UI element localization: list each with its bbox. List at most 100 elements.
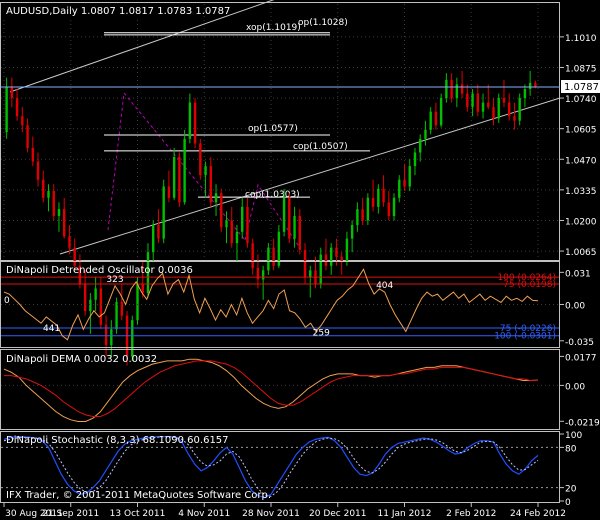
- osc-zero-label: 0: [4, 296, 10, 306]
- fib-level-label: cop(1.0507): [293, 142, 348, 152]
- osc-annotation: 441: [43, 324, 60, 334]
- osc-level-label: 100 (-0.0301): [494, 332, 556, 342]
- candle-body: [235, 231, 239, 244]
- price-tick-label: 1.0605: [565, 126, 597, 136]
- candle-body: [377, 188, 380, 207]
- fib-level-label: cop(1.0303): [245, 190, 300, 200]
- candle-body: [439, 98, 443, 126]
- time-tick-label: 13 Oct 2011: [110, 509, 166, 519]
- candle-body: [335, 247, 338, 257]
- dema-panel: 0.0177 0.00 -0.0219 DiNapoli DEMA 0.0032 0…: [0, 349, 600, 430]
- candle-body: [508, 102, 511, 117]
- current-price-label: 1.0787: [564, 82, 599, 93]
- osc-title: DiNapoli Detrended Oscillator 0.0036: [6, 265, 193, 276]
- candle-body: [209, 166, 212, 203]
- candle-body: [434, 111, 438, 126]
- candle-body: [518, 98, 521, 121]
- candle-body: [115, 302, 118, 330]
- time-tick-label: 28 Nov 2011: [242, 509, 300, 519]
- dema-tick-label: 0.00: [565, 382, 585, 392]
- price-tick-label: 1.0335: [565, 187, 597, 197]
- candle-body: [157, 225, 160, 239]
- candle-body: [398, 179, 401, 198]
- candle-body: [445, 79, 448, 99]
- candle-body: [15, 98, 19, 117]
- candle-body: [178, 157, 181, 203]
- dema-slow-line: [4, 360, 539, 418]
- candle-body: [356, 209, 359, 225]
- candle-body: [487, 102, 490, 108]
- time-tick-label: 20 Dec 2011: [309, 509, 367, 519]
- candle-body: [131, 320, 134, 357]
- candle-body: [497, 98, 500, 119]
- osc-level-label: 75 (0.0198): [503, 280, 556, 290]
- candle-body: [261, 270, 265, 280]
- candle-body: [251, 243, 254, 269]
- candle-body: [99, 288, 103, 325]
- candle-body: [31, 147, 34, 162]
- candle-body: [424, 129, 427, 139]
- candle-body: [392, 197, 396, 216]
- candle-body: [413, 152, 417, 167]
- candle-body: [450, 79, 453, 99]
- candle-body: [340, 256, 343, 262]
- candle-body: [10, 86, 14, 99]
- dema-tick-label: 0.0177: [565, 353, 597, 363]
- stoch-tick-label: 20: [565, 485, 577, 495]
- candle-body: [303, 249, 307, 278]
- candle-body: [230, 220, 233, 244]
- stoch-tick-label: 80: [565, 444, 577, 454]
- candle-body: [330, 247, 333, 266]
- time-tick-label: 24 Feb 2012: [510, 509, 566, 519]
- candle-body: [152, 225, 155, 253]
- candle-body: [246, 206, 249, 244]
- candle-body: [460, 84, 464, 94]
- price-tick-label: 1.0200: [565, 217, 597, 227]
- candle-body: [47, 191, 50, 198]
- candle-body: [136, 283, 139, 321]
- time-tick-label: 2 Feb 2012: [446, 509, 496, 519]
- candle-body: [492, 107, 495, 119]
- candle-body: [172, 157, 176, 198]
- price-tick-label: 1.0740: [565, 95, 597, 105]
- price-tick-label: 1.0065: [565, 248, 597, 258]
- chart-window: xop(1.1019)op(1.1028) op(1.0577) cop(1.050…: [0, 0, 600, 519]
- candle-body: [371, 197, 375, 207]
- candle-body: [57, 209, 61, 216]
- candle-body: [293, 215, 296, 239]
- candle-body: [502, 98, 506, 103]
- candle-body: [345, 238, 349, 262]
- candle-body: [481, 102, 485, 112]
- candle-body: [471, 93, 474, 108]
- price-tick-label: 1.1010: [565, 34, 597, 44]
- candle-body: [5, 86, 8, 133]
- candle-body: [188, 102, 192, 139]
- candle-body: [419, 138, 422, 153]
- candle-body: [267, 247, 270, 271]
- candle-body: [361, 209, 364, 221]
- candle-body: [513, 116, 516, 121]
- dema-tick-label: -0.0219: [565, 418, 600, 428]
- copyright-text: IFX Trader, © 2001-2011 MetaQuotes Softw…: [6, 490, 271, 501]
- dema-title: DiNapoli DEMA 0.0032 0.0032: [6, 354, 157, 365]
- candle-body: [68, 236, 71, 248]
- candle-body: [282, 197, 286, 232]
- osc-tick-label: 0.031: [565, 269, 591, 279]
- candle-body: [466, 93, 469, 108]
- candle-body: [256, 268, 260, 280]
- stoch-tick-label: 100: [565, 431, 582, 441]
- candle-body: [214, 193, 218, 203]
- candle-body: [272, 247, 275, 266]
- candle-body: [204, 166, 207, 176]
- dema-fast-line: [3, 358, 539, 422]
- osc-annotation: 259: [313, 328, 330, 338]
- candle-body: [225, 220, 228, 228]
- price-panel: xop(1.1019)op(1.1028) op(1.0577) cop(1.050…: [0, 0, 600, 366]
- stoch-title: DiNapoli Stochastic (8,3,3) 68.1090 60.6…: [6, 435, 229, 446]
- osc-annotation: 404: [376, 281, 393, 291]
- candle-body: [63, 209, 66, 237]
- candle-body: [89, 299, 92, 312]
- candle-body: [382, 188, 385, 203]
- osc-tick-label: 0.00: [565, 302, 585, 312]
- price-title: AUDUSD,Daily 1.0807 1.0817 1.0783 1.0787: [6, 6, 230, 17]
